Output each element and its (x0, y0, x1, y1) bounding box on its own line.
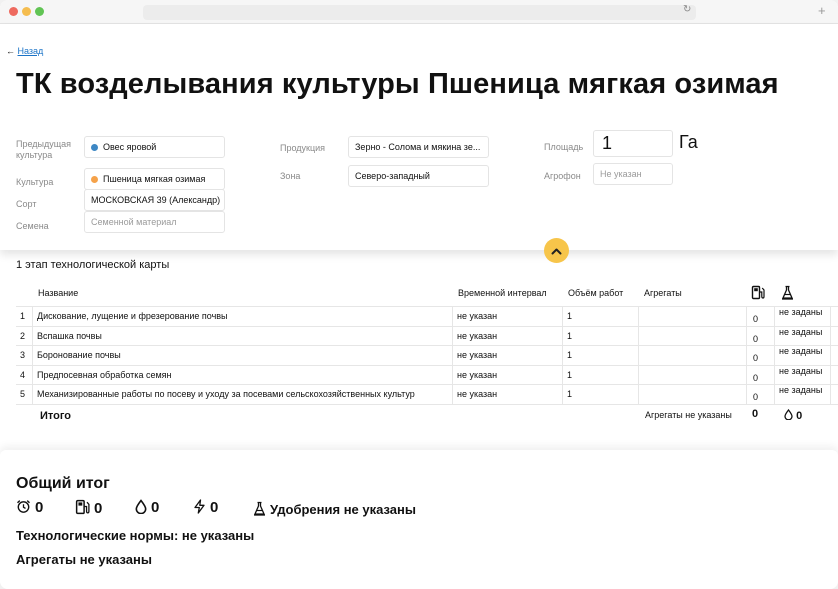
agrofon-label: Агрофон (544, 171, 581, 181)
operation-volume: 1 (567, 389, 573, 399)
product-field[interactable]: Зерно - Солома и мякина зе... (348, 136, 489, 158)
total-water: 0 (784, 408, 803, 422)
summary-norms: Технологические нормы: не указаны (16, 528, 255, 543)
previous-crop-value: Овес яровой (103, 142, 157, 152)
fertilizer-icon (254, 501, 265, 516)
column-header-volume: Объём работ (568, 288, 624, 298)
browser-titlebar: ↻ + (0, 0, 838, 24)
operation-name: Механизированные работы по посеву и уход… (37, 389, 415, 399)
table-row[interactable]: 4 Предпосевная обработка семян не указан… (16, 364, 838, 385)
lightning-icon (194, 499, 205, 514)
row-number: 4 (20, 369, 26, 380)
fuel-pump-icon (75, 499, 90, 515)
row-number: 5 (20, 389, 26, 399)
operation-name: Вспашка почвы (37, 330, 102, 341)
operation-volume: 1 (567, 369, 573, 380)
summary-water: 0 (135, 499, 159, 516)
operation-name: Предпосевная обработка семян (37, 369, 172, 380)
operation-name: Дискование, лущение и фрезерование почвы (37, 311, 228, 321)
operation-fertilizer: не заданы (779, 307, 823, 317)
operation-volume: 1 (567, 311, 573, 321)
variety-label: Сорт (16, 199, 37, 209)
row-number: 3 (20, 350, 26, 360)
previous-crop-color-dot (91, 143, 98, 151)
operation-volume: 1 (567, 350, 573, 360)
summary-fuel-value: 0 (94, 500, 103, 517)
zone-field[interactable]: Северо-западный (348, 165, 489, 187)
operation-name: Боронование почвы (37, 350, 121, 360)
alarm-clock-icon (17, 500, 30, 513)
summary-time-value: 0 (35, 499, 44, 516)
area-label: Площадь (544, 142, 584, 152)
crop-field[interactable]: Пшеница мягкая озимая (84, 168, 225, 190)
reload-icon[interactable]: ↻ (683, 4, 691, 15)
zone-label: Зона (280, 171, 301, 181)
fuel-pump-icon (751, 285, 765, 300)
page-title: ТК возделывания культуры Пшеница мягкая … (16, 68, 779, 100)
total-fuel: 0 (752, 408, 759, 420)
summary-section: Общий итог 0 0 0 0 Удобрения не указаны … (0, 450, 838, 589)
water-drop-icon (784, 408, 793, 421)
summary-energy-value: 0 (210, 499, 219, 516)
back-link-label[interactable]: Назад (18, 46, 44, 56)
stage-title: 1 этап технологической карты (16, 259, 170, 271)
table-row[interactable]: 3 Боронование почвы не указан 1 0 не зад… (16, 345, 838, 365)
operation-interval: не указан (457, 350, 498, 360)
summary-title: Общий итог (16, 475, 110, 492)
area-input[interactable]: 1 (593, 130, 673, 157)
summary-aggregates: Агрегаты не указаны (16, 552, 152, 567)
summary-time: 0 (16, 499, 43, 516)
agrofon-field[interactable]: Не указан (593, 163, 673, 185)
crop-value: Пшеница мягкая озимая (103, 174, 206, 184)
total-water-value: 0 (796, 410, 803, 422)
minimize-window-button[interactable] (22, 7, 31, 16)
summary-fertilizer-value: Удобрения не указаны (270, 502, 416, 517)
operation-interval: не указан (457, 330, 498, 341)
summary-fertilizer: Удобрения не указаны (253, 501, 416, 517)
back-link[interactable]: ← Назад (6, 46, 43, 56)
row-number: 1 (20, 311, 26, 321)
summary-fuel: 0 (75, 499, 102, 517)
card-header-section: ← Назад ТК возделывания культуры Пшеница… (0, 24, 838, 250)
operation-interval: не указан (457, 369, 498, 380)
water-drop-icon (135, 499, 147, 515)
variety-field[interactable]: МОСКОВСКАЯ 39 (Александр) (84, 189, 225, 211)
operation-fertilizer: не заданы (779, 385, 823, 395)
table-row[interactable]: 5 Механизированные работы по посеву и ух… (16, 384, 838, 404)
total-label: Итого (40, 410, 72, 422)
crop-label: Культура (16, 177, 54, 187)
fertilizer-icon (782, 285, 793, 300)
table-row[interactable]: 2 Вспашка почвы не указан 1 0 не заданы (16, 325, 838, 346)
crop-color-dot (91, 175, 98, 183)
operation-fertilizer: не заданы (779, 326, 823, 337)
collapse-button[interactable] (544, 238, 569, 263)
total-aggregates: Агрегаты не указаны (645, 410, 732, 420)
column-header-interval: Временной интервал (458, 288, 547, 298)
operation-interval: не указан (457, 311, 498, 321)
operation-volume: 1 (567, 330, 573, 341)
column-header-name: Название (38, 288, 79, 298)
operation-interval: не указан (457, 389, 498, 399)
summary-energy: 0 (193, 499, 218, 516)
close-window-button[interactable] (9, 7, 18, 16)
row-number: 2 (20, 330, 26, 341)
seeds-field[interactable]: Семенной материал (84, 211, 225, 233)
browser-window: ↻ + ← Назад ТК возделывания культуры Пше… (0, 0, 838, 589)
table-row[interactable]: 1 Дискование, лущение и фрезерование поч… (16, 306, 838, 326)
previous-crop-label: Предыдущая культура (16, 139, 72, 160)
previous-crop-field[interactable]: Овес яровой (84, 136, 225, 158)
address-bar[interactable] (143, 5, 696, 20)
maximize-window-button[interactable] (35, 7, 44, 16)
product-label: Продукция (280, 143, 326, 153)
chevron-up-icon (551, 248, 562, 254)
seeds-label: Семена (16, 221, 49, 231)
new-tab-icon[interactable]: + (818, 3, 826, 18)
operation-fertilizer: не заданы (779, 365, 823, 376)
area-unit: Га (679, 132, 698, 152)
operation-fertilizer: не заданы (779, 346, 823, 356)
summary-water-value: 0 (151, 499, 160, 516)
table-bottom-border (16, 403, 838, 405)
column-header-aggregates: Агрегаты (644, 288, 682, 298)
